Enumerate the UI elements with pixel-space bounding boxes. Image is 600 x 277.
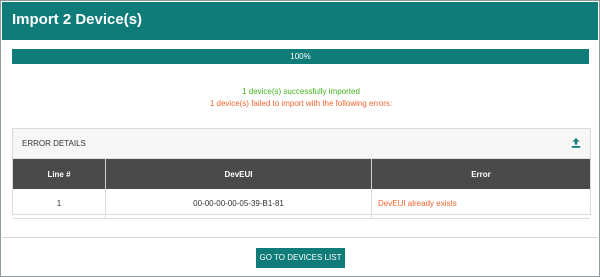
progress-bar: 100% — [12, 49, 589, 64]
column-header-error: Error — [371, 159, 590, 189]
table-row: 1 00-00-00-00-05-39-B1-81 DevEUI already… — [13, 189, 590, 219]
import-dialog: Import 2 Device(s) 100% 1 device(s) succ… — [0, 0, 600, 277]
cell-error: DevEUI already exists — [371, 189, 590, 219]
upload-icon[interactable] — [571, 138, 581, 148]
go-to-devices-list-button[interactable]: GO TO DEVICES LIST — [256, 248, 345, 268]
cell-deveui: 00-00-00-00-05-39-B1-81 — [105, 189, 372, 219]
footer-divider — [2, 237, 598, 238]
error-details-title: ERROR DETAILS — [22, 139, 86, 148]
dialog-title: Import 2 Device(s) — [12, 11, 143, 28]
error-details-panel: ERROR DETAILS Line # DevEUI Error 1 00-0… — [12, 128, 591, 219]
error-message: 1 device(s) failed to import with the fo… — [209, 99, 393, 108]
dialog-header: Import 2 Device(s) — [2, 2, 598, 40]
progress-label: 100% — [290, 52, 311, 61]
cell-line: 1 — [13, 189, 106, 219]
error-table: Line # DevEUI Error 1 00-00-00-00-05-39-… — [13, 159, 590, 219]
success-message: 1 device(s) successfully imported — [242, 87, 360, 96]
column-header-line: Line # — [13, 159, 106, 189]
error-details-header: ERROR DETAILS — [13, 129, 590, 159]
table-header-row: Line # DevEUI Error — [13, 159, 590, 189]
column-header-deveui: DevEUI — [105, 159, 372, 189]
